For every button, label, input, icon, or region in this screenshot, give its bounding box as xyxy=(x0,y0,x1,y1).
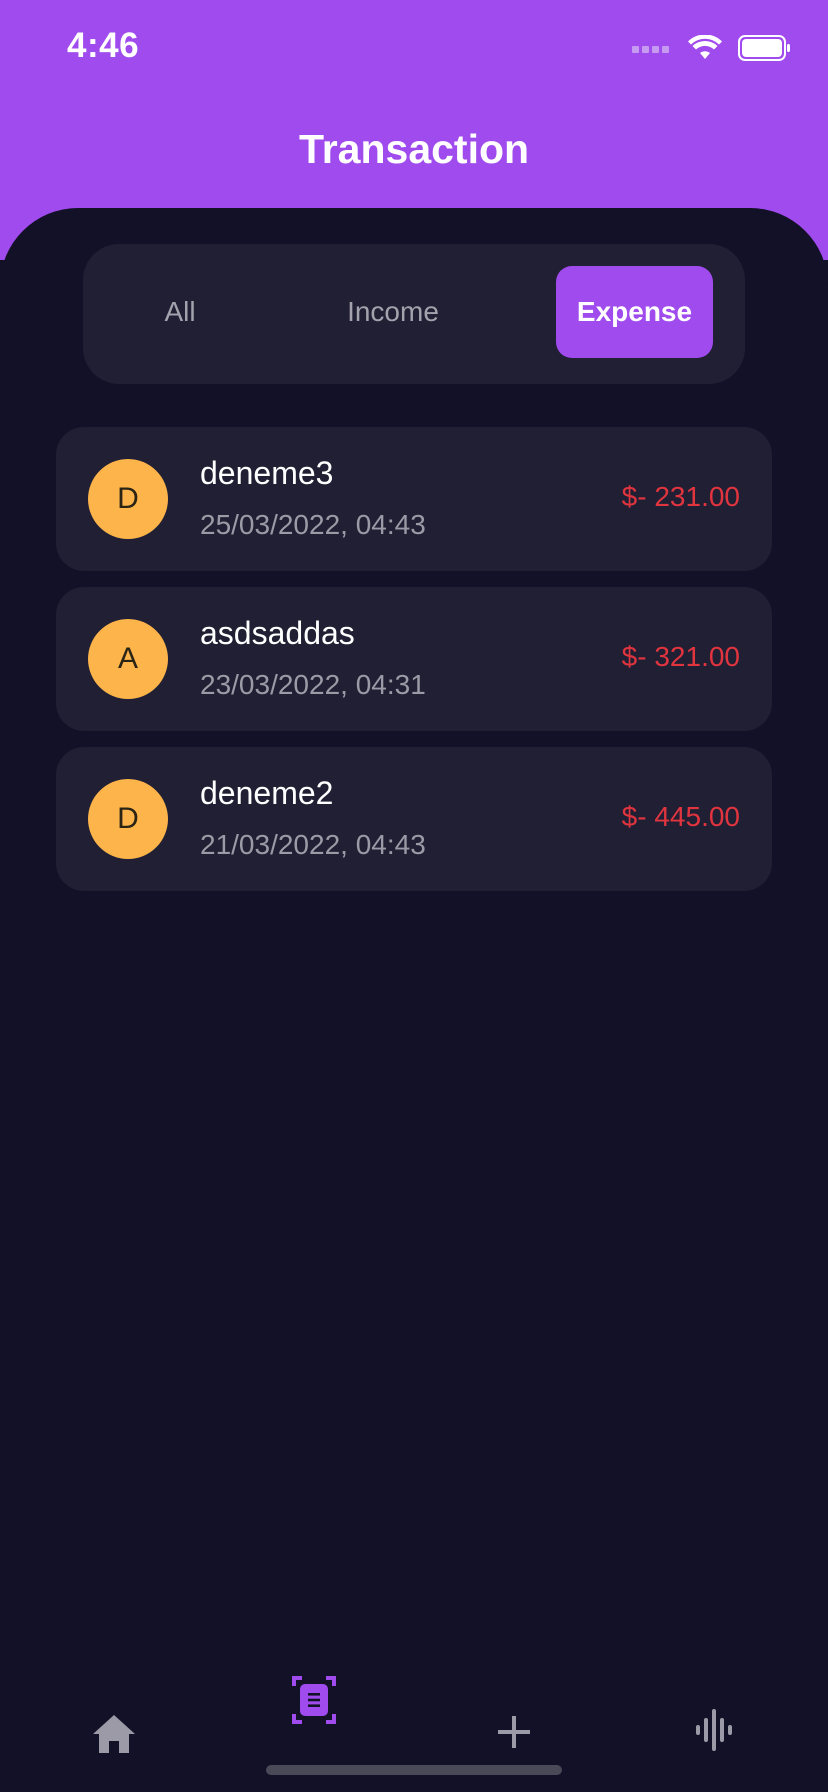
transaction-amount: $- 321.00 xyxy=(621,641,740,672)
transaction-item[interactable]: A asdsaddas 23/03/2022, 04:31 $- 321.00 xyxy=(56,587,772,731)
transaction-date: 21/03/2022, 04:43 xyxy=(200,829,426,860)
transaction-filter: All Income Expense xyxy=(83,244,745,384)
home-icon xyxy=(92,1714,136,1759)
battery-icon xyxy=(738,34,792,66)
status-icons xyxy=(632,32,792,68)
transaction-name: asdsaddas xyxy=(200,615,355,651)
filter-income-tab[interactable]: Income xyxy=(303,266,483,358)
transaction-name: deneme3 xyxy=(200,455,334,491)
transactions-tab[interactable] xyxy=(290,1675,338,1729)
add-icon xyxy=(497,1715,531,1754)
status-time: 4:46 xyxy=(67,26,140,65)
transaction-date: 23/03/2022, 04:31 xyxy=(200,669,426,700)
home-indicator xyxy=(266,1765,562,1775)
add-tab[interactable] xyxy=(494,1714,534,1754)
content-panel: All Income Expense D deneme3 25/03/2022,… xyxy=(0,208,828,1792)
avatar: A xyxy=(88,619,168,699)
avatar: D xyxy=(88,779,168,859)
cellular-signal-icon xyxy=(632,41,672,59)
transaction-amount: $- 231.00 xyxy=(621,481,740,512)
transaction-item[interactable]: D deneme2 21/03/2022, 04:43 $- 445.00 xyxy=(56,747,772,891)
filter-expense-tab[interactable]: Expense xyxy=(556,266,713,358)
avatar: D xyxy=(88,459,168,539)
statistics-tab[interactable] xyxy=(692,1708,736,1756)
transaction-list: D deneme3 25/03/2022, 04:43 $- 231.00 A … xyxy=(56,427,772,907)
wifi-icon xyxy=(688,33,722,66)
home-tab[interactable] xyxy=(88,1712,140,1760)
page-title: Transaction xyxy=(298,126,530,172)
filter-all-tab[interactable]: All xyxy=(105,266,255,358)
transaction-item[interactable]: D deneme3 25/03/2022, 04:43 $- 231.00 xyxy=(56,427,772,571)
transactions-icon xyxy=(292,1675,336,1729)
transaction-name: deneme2 xyxy=(200,775,334,811)
transaction-amount: $- 445.00 xyxy=(621,801,740,832)
transaction-date: 25/03/2022, 04:43 xyxy=(200,509,426,540)
statistics-icon xyxy=(694,1708,734,1756)
